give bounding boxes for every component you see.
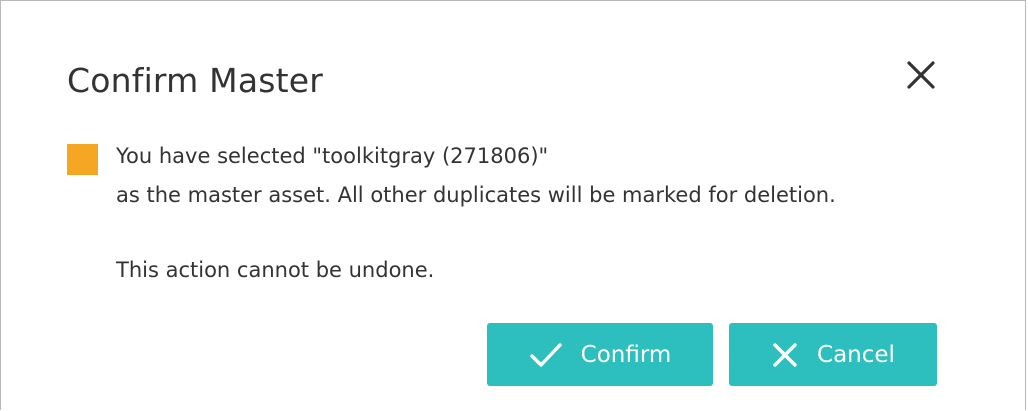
checkmark-icon xyxy=(529,341,563,369)
message-line-1: You have selected "toolkitgray (271806)" xyxy=(116,144,549,168)
confirm-master-dialog: Confirm Master You have selected "toolki… xyxy=(0,0,1026,410)
cancel-button-label: Cancel xyxy=(817,341,895,368)
message-line-2: as the master asset. All other duplicate… xyxy=(116,183,836,207)
confirm-button-label: Confirm xyxy=(580,341,672,368)
x-icon xyxy=(771,341,799,369)
cancel-button[interactable]: Cancel xyxy=(729,323,937,386)
dialog-title: Confirm Master xyxy=(67,61,324,100)
message-line-3: This action cannot be undone. xyxy=(116,258,435,282)
close-button[interactable] xyxy=(903,57,939,93)
warning-color-marker xyxy=(67,144,98,175)
close-icon xyxy=(907,61,935,89)
confirm-button[interactable]: Confirm xyxy=(487,323,713,386)
